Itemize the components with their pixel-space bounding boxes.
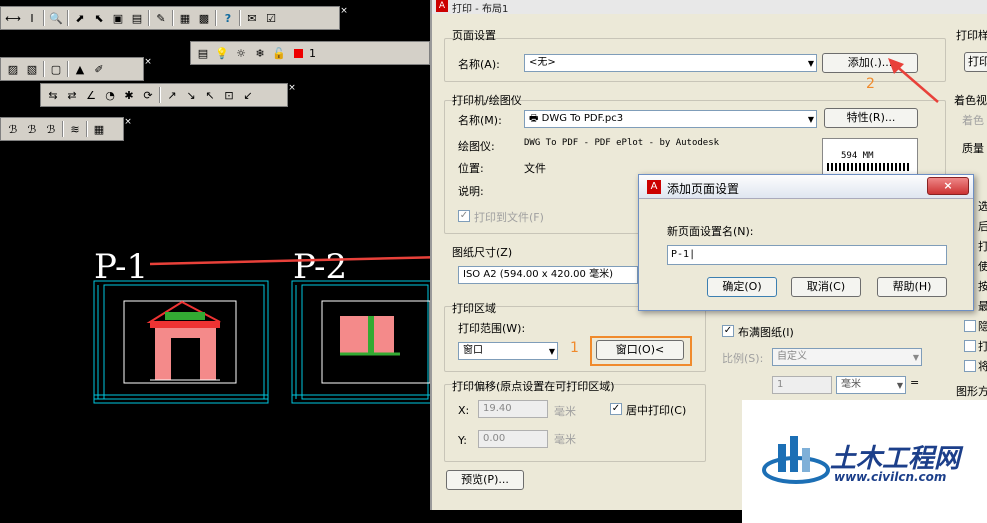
page-setup-name-select[interactable]: <无> ▼ bbox=[524, 54, 817, 72]
plot-range-value: 窗口 bbox=[463, 345, 483, 356]
chevron-down-icon: ▼ bbox=[807, 115, 814, 124]
page-setup-name-label: 名称(A): bbox=[458, 58, 500, 71]
opt9-label: 将 bbox=[978, 360, 987, 373]
scale-number-input[interactable]: 1 bbox=[772, 376, 832, 394]
paper-size-label: 图纸尺寸(Z) bbox=[452, 246, 513, 259]
print-style-button[interactable]: 打印 bbox=[964, 52, 987, 72]
watermark-logo: 土木工程网 www.civilcn.com bbox=[742, 400, 987, 523]
plot-offset-group-label: 打印偏移(原点设置在可打印区域) bbox=[452, 380, 615, 393]
offset-x-label: X: bbox=[458, 404, 470, 417]
opt7-label: 隐 bbox=[978, 320, 987, 333]
print-style-label: 打印样 bbox=[956, 29, 987, 42]
opt5-label: 按 bbox=[978, 280, 987, 293]
plot-range-select[interactable]: 窗口 ▼ bbox=[458, 342, 558, 360]
help-button[interactable]: 帮助(H) bbox=[877, 277, 947, 297]
text-cursor: | bbox=[689, 249, 696, 260]
orientation-label: 图形方 bbox=[956, 385, 987, 398]
step-1-marker: 1 bbox=[570, 340, 579, 356]
print-to-file-label: 打印到文件(F) bbox=[474, 211, 544, 224]
sheet-p1 bbox=[93, 280, 269, 404]
paper-size-select[interactable]: ISO A2 (594.00 x 420.00 毫米) bbox=[458, 266, 638, 284]
chevron-down-icon: ▼ bbox=[912, 353, 919, 362]
plot-window-button[interactable]: 窗口(O)< bbox=[596, 340, 684, 360]
plotter-device-value: DWG To PDF - PDF ePlot - by Autodesk bbox=[524, 138, 720, 148]
new-page-setup-name-input[interactable]: P-1| bbox=[667, 245, 947, 265]
center-plot-checkbox[interactable]: ✓ bbox=[610, 403, 622, 415]
scale-select[interactable]: 自定义 ▼ bbox=[772, 348, 922, 366]
add-page-setup-dialog: A 添加页面设置 × 新页面设置名(N): P-1| 确定(O) 取消(C) 帮… bbox=[638, 174, 974, 311]
scale-unit-value: 毫米 bbox=[841, 379, 861, 390]
paper-preview-hatch bbox=[827, 163, 911, 171]
plot-offset-group bbox=[444, 384, 706, 462]
offset-x-input[interactable]: 19.40 bbox=[478, 400, 548, 418]
scale-label: 比例(S): bbox=[722, 352, 764, 365]
plotter-location-label: 位置: bbox=[458, 162, 484, 175]
autocad-app-icon: A bbox=[647, 180, 661, 194]
opt2-label: 后 bbox=[978, 220, 987, 233]
plotter-description-label: 说明: bbox=[458, 185, 484, 198]
plotter-name-value: DWG To PDF.pc3 bbox=[541, 113, 624, 124]
opt1-label: 选 bbox=[978, 200, 987, 213]
autocad-app-icon: A bbox=[436, 0, 448, 12]
paper-preview: 594 MM bbox=[822, 138, 918, 176]
plot-range-label: 打印范围(W): bbox=[458, 322, 526, 335]
opt3-label: 打 bbox=[978, 240, 987, 253]
offset-y-label: Y: bbox=[458, 434, 467, 447]
plotter-group-label: 打印机/绘图仪 bbox=[452, 94, 522, 107]
scale-equals: = bbox=[910, 376, 920, 389]
new-page-setup-name-value: P-1 bbox=[671, 249, 690, 260]
chevron-down-icon: ▼ bbox=[548, 347, 555, 356]
quality-label: 质量 bbox=[962, 142, 984, 155]
chevron-down-icon: ▼ bbox=[896, 381, 903, 390]
opt4-label: 使 bbox=[978, 260, 987, 273]
scale-unit-select[interactable]: 毫米 ▼ bbox=[836, 376, 906, 394]
opt6-label: 最 bbox=[978, 300, 987, 313]
plotter-name-select[interactable]: 🖶 DWG To PDF.pc3 ▼ bbox=[524, 110, 817, 128]
fit-to-paper-label: 布满图纸(I) bbox=[738, 326, 794, 339]
offset-x-unit: 毫米 bbox=[554, 405, 576, 418]
ok-button[interactable]: 确定(O) bbox=[707, 277, 777, 297]
print-to-file-checkbox[interactable]: ✓ bbox=[458, 210, 470, 222]
shaded-viewport-label: 着色视 bbox=[954, 94, 987, 107]
opt7-checkbox[interactable] bbox=[964, 320, 976, 332]
offset-y-input[interactable]: 0.00 bbox=[478, 430, 548, 448]
fit-to-paper-checkbox[interactable]: ✓ bbox=[722, 325, 734, 337]
paper-preview-dim: 594 MM bbox=[841, 151, 874, 161]
plotter-properties-button[interactable]: 特性(R)... bbox=[824, 108, 918, 128]
dialog-title: 打印 - 布局1 bbox=[432, 0, 987, 15]
p1-gate-drawing bbox=[146, 300, 221, 381]
cancel-button[interactable]: 取消(C) bbox=[791, 277, 861, 297]
offset-y-unit: 毫米 bbox=[554, 433, 576, 446]
scale-value: 自定义 bbox=[777, 351, 807, 362]
preview-button[interactable]: 预览(P)... bbox=[446, 470, 524, 490]
page-setup-name-value: <无> bbox=[529, 57, 556, 68]
new-page-setup-name-label: 新页面设置名(N): bbox=[667, 225, 754, 238]
close-icon[interactable]: × bbox=[927, 177, 969, 195]
chevron-down-icon: ▼ bbox=[807, 59, 814, 68]
plotter-location-value: 文件 bbox=[524, 162, 546, 175]
step-2-marker: 2 bbox=[866, 76, 875, 92]
shade-sub-label: 着色 bbox=[962, 114, 984, 127]
add-page-setup-title: 添加页面设置 bbox=[667, 182, 740, 196]
opt9-checkbox[interactable] bbox=[964, 360, 976, 372]
watermark-url: www.civilcn.com bbox=[834, 470, 947, 484]
pdf-plotter-icon: 🖶 bbox=[529, 113, 542, 124]
page-setup-group-label: 页面设置 bbox=[452, 29, 496, 42]
p2-gate-drawing bbox=[340, 316, 400, 356]
plot-area-group-label: 打印区域 bbox=[452, 302, 496, 315]
plotter-name-label: 名称(M): bbox=[458, 114, 502, 127]
plotter-device-label: 绘图仪: bbox=[458, 140, 495, 153]
civilcn-logo-icon bbox=[762, 436, 830, 484]
add-page-setup-titlebar: A 添加页面设置 × bbox=[639, 175, 973, 199]
opt8-label: 打 bbox=[978, 340, 987, 353]
annotation-arrow-to-add bbox=[888, 58, 939, 103]
opt8-checkbox[interactable] bbox=[964, 340, 976, 352]
center-plot-label: 居中打印(C) bbox=[626, 404, 687, 417]
